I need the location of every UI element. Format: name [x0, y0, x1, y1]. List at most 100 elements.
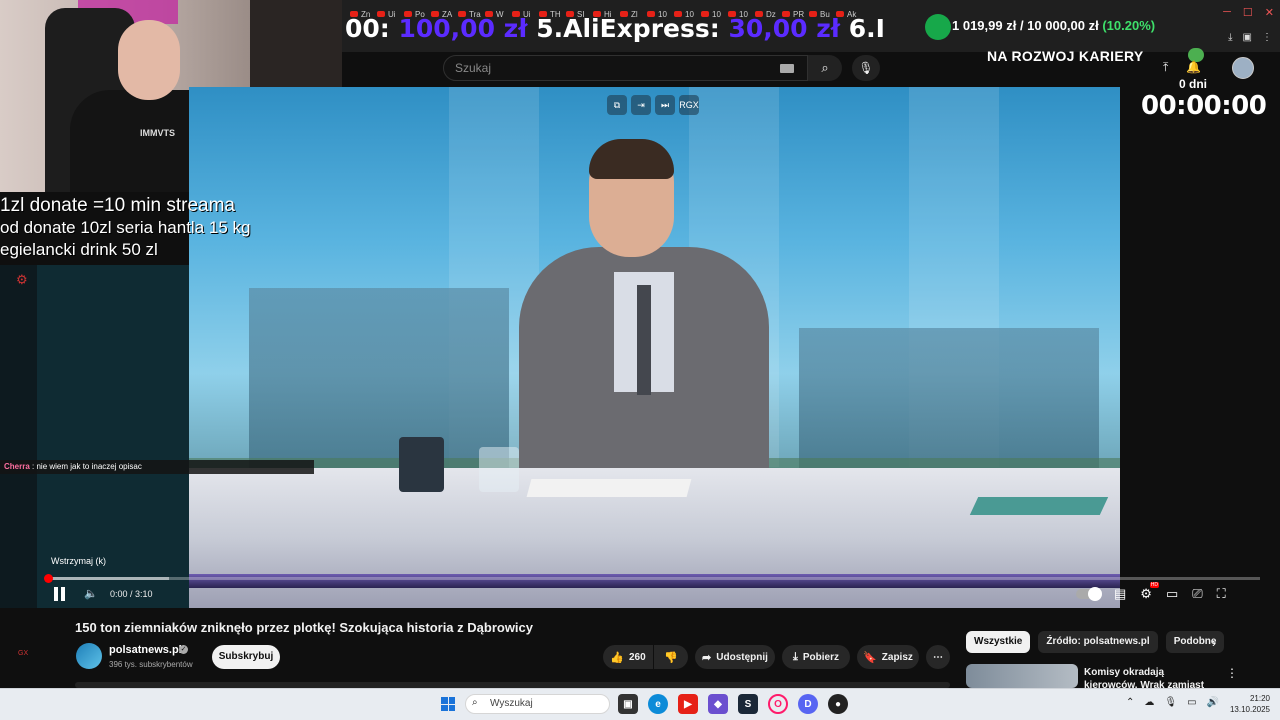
countdown-days: 0 dni — [1179, 77, 1208, 91]
ticker-amount-2: 30,00 zł — [728, 14, 841, 43]
voice-search-button[interactable]: 🎙 — [852, 55, 880, 81]
download-button[interactable]: ⤓ Pobierz — [782, 645, 850, 669]
recommendation-menu-icon[interactable]: ⋮ — [1226, 666, 1238, 680]
theater-mode-icon[interactable]: ▭ — [1166, 586, 1178, 602]
microphone-icon[interactable]: 🎙 — [1164, 697, 1177, 708]
goal-title: NA ROZWOJ KARIERY — [987, 48, 1144, 64]
subtitles-icon[interactable]: ▤ — [1114, 586, 1126, 602]
donation-rules: 1zl donate =10 min streama od donate 10z… — [0, 195, 250, 261]
shirt-logo: IMMVTS — [140, 128, 175, 138]
channel-avatar[interactable] — [76, 643, 102, 669]
youtube-icon[interactable]: ▶ — [678, 694, 698, 714]
gear-icon[interactable]: ⚙ — [16, 272, 28, 288]
edge-icon[interactable]: e — [648, 694, 668, 714]
fullscreen-icon[interactable]: ⛶ — [1217, 586, 1226, 602]
subscribe-button[interactable]: Subskrybuj — [212, 645, 280, 669]
video-frame[interactable] — [189, 87, 1120, 608]
donation-rule: od donate 10zl seria hantla 15 kg — [0, 218, 251, 237]
maximize-button[interactable]: ☐ — [1243, 6, 1253, 19]
ticker-item: 5.AliExpress: — [527, 14, 729, 43]
menu-icon[interactable]: ⋮ — [1262, 32, 1272, 43]
app-icon[interactable]: ◆ — [708, 694, 728, 714]
thumbs-up-icon: 👍 — [610, 651, 624, 664]
volume-icon[interactable]: 🔈 — [84, 587, 98, 600]
goal-progress-icon — [925, 14, 951, 40]
minimize-button[interactable]: ─ — [1223, 6, 1231, 19]
chevron-right-icon[interactable]: › — [1212, 636, 1216, 650]
download-icon[interactable]: ⤓ — [1228, 32, 1232, 43]
account-avatar[interactable] — [1232, 57, 1254, 79]
chip-source[interactable]: Źródło: polsatnews.pl — [1038, 631, 1158, 653]
steam-icon[interactable]: S — [738, 694, 758, 714]
ticker-prefix: 00: — [345, 14, 399, 43]
popout-icon[interactable]: ⇥ — [631, 95, 651, 115]
desk-papers — [526, 479, 692, 497]
recommendation-title[interactable]: Komisy okradają kierowców. Wrak zamiast … — [1084, 666, 1214, 688]
progress-bar[interactable] — [48, 577, 1260, 580]
bell-icon[interactable]: 🔔 — [1186, 60, 1201, 75]
mic-icon: 🎙 — [858, 61, 874, 75]
extensions-icon[interactable]: ▣ — [1243, 32, 1252, 43]
pip-icon[interactable]: ⧉ — [607, 95, 627, 115]
obs-icon[interactable]: ● — [828, 694, 848, 714]
search-input[interactable]: Szukaj — [443, 55, 808, 81]
share-label: Udostępnij — [716, 651, 768, 663]
save-button[interactable]: 🔖 Zapisz — [857, 645, 919, 669]
clock-time: 21:20 — [1249, 694, 1270, 703]
like-count: 260 — [629, 651, 646, 663]
ticker-amount-1: 100,00 zł — [398, 14, 528, 43]
verified-icon: ✓ — [179, 645, 188, 654]
gx-label: GX — [18, 650, 29, 657]
display-icon[interactable]: ▭ — [1187, 697, 1196, 708]
speaker-icon[interactable]: 🔊 — [1207, 697, 1219, 708]
task-view-icon[interactable]: ▣ — [618, 694, 638, 714]
cloud-icon[interactable]: ☁ — [1144, 697, 1154, 708]
share-button[interactable]: ➦ Udostępnij — [695, 645, 775, 669]
cast-icon[interactable]: ⎚ — [1192, 586, 1202, 602]
video-title: 150 ton ziemniaków zniknęło przez plotkę… — [75, 620, 534, 635]
header-icons: ⤒ 🔔 — [1163, 60, 1201, 75]
pause-button[interactable] — [54, 587, 68, 601]
opera-gx-icon[interactable]: O — [768, 694, 788, 714]
dislike-button[interactable]: 👎 — [654, 645, 688, 669]
more-actions-button[interactable]: ⋯ — [926, 645, 950, 669]
discord-icon[interactable]: D — [798, 694, 818, 714]
thumbs-down-icon: 👎 — [664, 651, 678, 664]
close-button[interactable]: ✕ — [1265, 6, 1274, 19]
bookmark-icon: 🔖 — [863, 651, 877, 664]
tray-chevron-icon[interactable]: ⌃ — [1126, 697, 1134, 708]
search-button[interactable]: ⌕ — [808, 55, 842, 81]
channel-name[interactable]: polsatnews.pl — [109, 644, 182, 656]
system-tray: ⌃ ☁ 🎙 ▭ 🔊 — [1126, 697, 1219, 708]
news-anchor-tie — [637, 285, 651, 395]
taskbar-clock[interactable]: 21:20 13.10.2025 — [1222, 693, 1270, 715]
chat-text: : nie wiem jak to inaczej opisac — [29, 462, 142, 471]
news-anchor-hair — [589, 139, 674, 179]
like-button[interactable]: 👍 260 — [603, 645, 653, 669]
progress-buffered — [48, 577, 170, 580]
donation-rule: 1zl donate =10 min streama — [0, 195, 235, 216]
search-icon: ⌕ — [821, 60, 829, 75]
subscriber-count: 396 tys. subskrybentów — [109, 660, 193, 669]
donation-rule: egielancki drink 50 zl — [0, 240, 158, 259]
related-chips: Wszystkie Źródło: polsatnews.pl Podobne — [966, 631, 1225, 653]
settings-icon[interactable]: ⚙ — [1140, 582, 1159, 602]
city-skyline — [799, 328, 1099, 478]
streamer-head — [118, 20, 180, 100]
recommendation-thumbnail[interactable] — [966, 664, 1078, 688]
rgx-button[interactable]: RGX — [679, 95, 699, 115]
scrubber-handle[interactable] — [44, 574, 53, 583]
chip-all[interactable]: Wszystkie — [966, 631, 1031, 653]
autoplay-toggle[interactable] — [1076, 587, 1102, 601]
share-icon: ➦ — [702, 651, 712, 664]
download-label: Pobierz — [802, 651, 839, 663]
upload-icon[interactable]: ⤒ — [1163, 60, 1168, 75]
start-button[interactable] — [441, 697, 455, 711]
taskbar-search[interactable]: Wyszukaj — [465, 694, 610, 714]
keyboard-icon[interactable] — [780, 64, 794, 73]
download-arrow-icon: ⤓ — [793, 650, 798, 663]
taskbar-apps: ▣ e ▶ ◆ S O D ● — [618, 694, 848, 714]
skip-icon[interactable]: ⏭ — [655, 95, 675, 115]
pause-tooltip: Wstrzymaj (k) — [51, 556, 106, 566]
desk-glass — [479, 447, 519, 492]
